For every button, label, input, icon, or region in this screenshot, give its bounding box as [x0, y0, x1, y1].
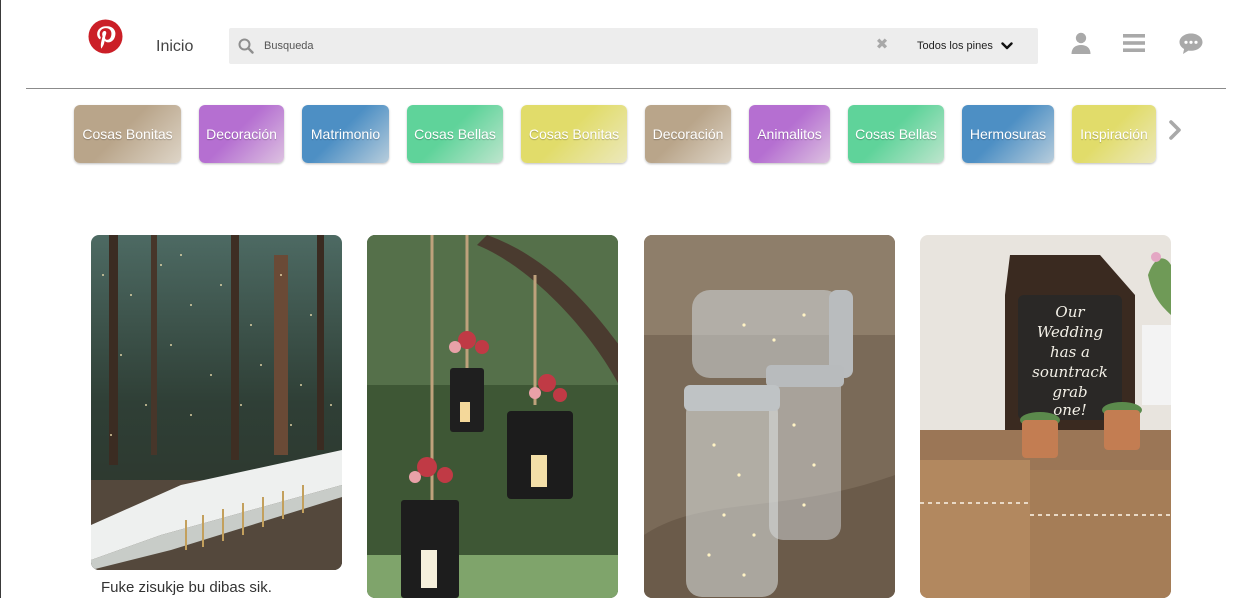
sign-text: sountrack: [1032, 363, 1108, 381]
pin-image: [644, 235, 895, 598]
category-chip[interactable]: Decoración: [199, 105, 284, 163]
search-scope-label: Todos los pines: [917, 40, 993, 52]
search-icon: [238, 38, 254, 54]
sign-text: Wedding: [1037, 323, 1103, 341]
pin-image: Our Wedding has a sountrack grab one!: [920, 235, 1171, 598]
category-chip[interactable]: Cosas Bonitas: [521, 105, 627, 163]
menu-icon[interactable]: [1121, 30, 1147, 56]
category-bar: Cosas Bonitas Decoración Matrimonio Cosa…: [0, 105, 1238, 163]
category-chip[interactable]: Animalitos: [749, 105, 830, 163]
user-icon[interactable]: [1068, 30, 1094, 56]
category-label: Decoración: [652, 126, 724, 142]
home-link[interactable]: Inicio: [156, 38, 193, 56]
category-chip[interactable]: Hermosuras: [962, 105, 1054, 163]
category-label: Cosas Bellas: [414, 126, 496, 142]
sign-text: has a: [1050, 343, 1090, 361]
chevron-right-icon[interactable]: [1166, 120, 1184, 140]
header-divider: [26, 88, 1226, 89]
category-label: Cosas Bellas: [855, 126, 937, 142]
pin-card[interactable]: [367, 235, 618, 598]
category-chip[interactable]: Cosas Bellas: [848, 105, 944, 163]
pin-card[interactable]: [644, 235, 895, 598]
category-label: Decoración: [206, 126, 277, 142]
chat-icon[interactable]: [1178, 30, 1204, 56]
category-label: Matrimonio: [310, 126, 381, 142]
sign-text: one!: [1053, 401, 1087, 419]
category-chip[interactable]: Decoración: [645, 105, 731, 163]
category-label: Animalitos: [757, 126, 822, 142]
category-label: Cosas Bonitas: [528, 126, 620, 142]
category-chip[interactable]: Matrimonio: [302, 105, 389, 163]
search-input[interactable]: [264, 37, 864, 55]
pin-caption: Fuke zisukje bu dibas sik.: [101, 579, 272, 596]
category-label: Hermosuras: [969, 126, 1047, 142]
category-chip[interactable]: Cosas Bonitas: [74, 105, 181, 163]
pin-card[interactable]: Our Wedding has a sountrack grab one!: [920, 235, 1171, 598]
category-label: Cosas Bonitas: [82, 126, 173, 142]
pin-image: [367, 235, 618, 598]
search-bar[interactable]: ✖ Todos los pines: [229, 28, 1038, 64]
pin-image: [91, 235, 342, 570]
category-chip[interactable]: Cosas Bellas: [407, 105, 503, 163]
top-bar: Inicio ✖ Todos los pines: [0, 0, 1238, 88]
sign-text: Our: [1055, 303, 1085, 321]
search-scope-select[interactable]: Todos los pines: [917, 28, 1013, 64]
close-icon[interactable]: ✖: [874, 37, 890, 53]
pinterest-logo[interactable]: [88, 19, 123, 54]
window-edge: [0, 0, 1, 598]
category-label: Inspiración: [1080, 126, 1148, 142]
chevron-down-icon: [1001, 42, 1013, 50]
pin-card[interactable]: [91, 235, 342, 570]
category-chip[interactable]: Inspiración: [1072, 105, 1156, 163]
sign-text: grab: [1052, 383, 1087, 401]
